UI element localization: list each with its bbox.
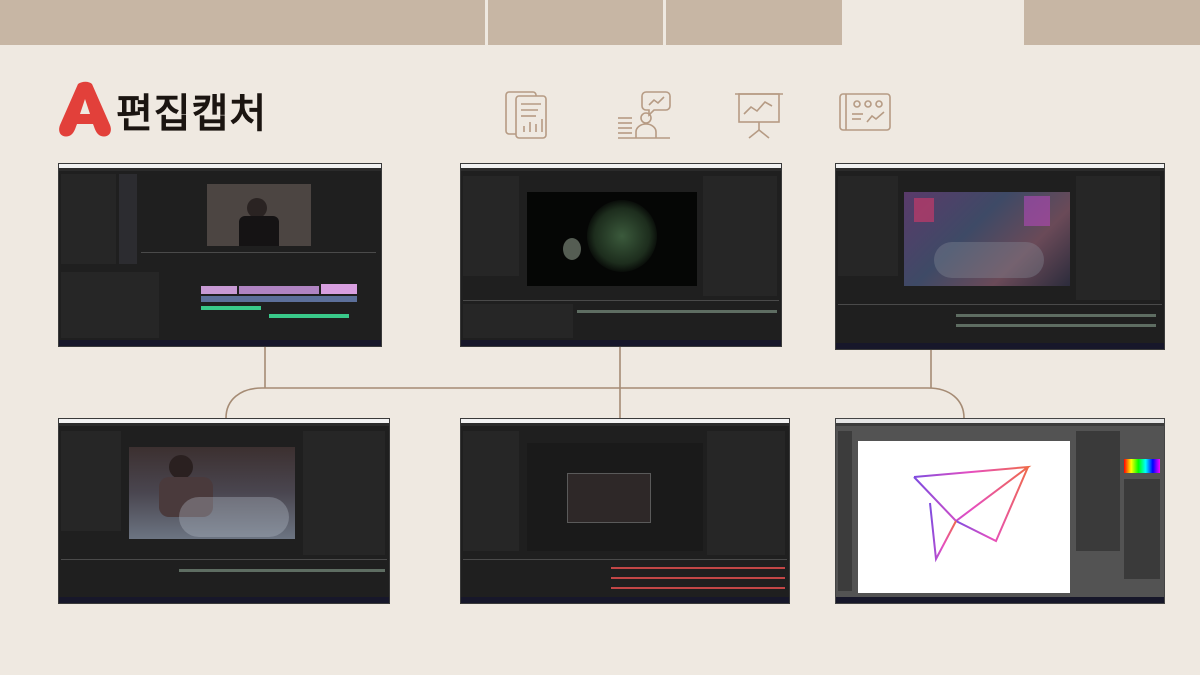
screenshot-premiere-pro xyxy=(58,163,382,347)
screenshot-after-effects-smoke xyxy=(58,418,390,604)
screenshot-after-effects-title xyxy=(460,418,790,604)
screenshot-after-effects-crowd xyxy=(835,163,1165,350)
screenshot-after-effects-leaves xyxy=(460,163,782,347)
screenshot-illustrator xyxy=(835,418,1165,604)
paper-plane-artwork xyxy=(913,465,1032,563)
